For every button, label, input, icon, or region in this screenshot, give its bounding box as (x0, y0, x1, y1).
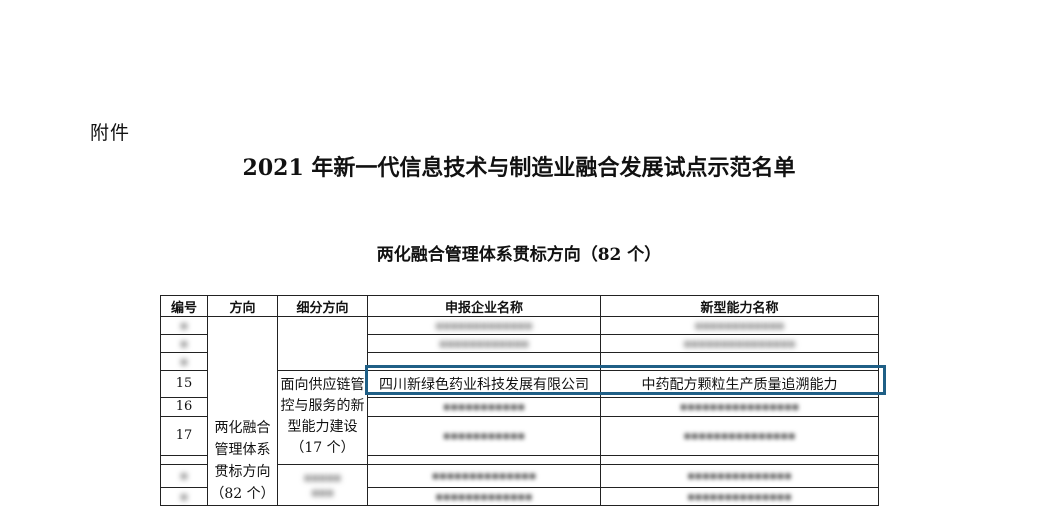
header-capability: 新型能力名称 (600, 295, 879, 317)
blurred-cell (600, 352, 879, 371)
sub-direction-line: 面向供应链管 (280, 377, 365, 394)
header-number: 编号 (160, 295, 208, 317)
sub-direction-line: 型能力建设 (287, 419, 358, 436)
blurred-cell (277, 316, 368, 371)
blurred-cell: ▪ (160, 463, 208, 488)
direction-line: 贯标方向 (214, 464, 271, 480)
blurred-cell (367, 454, 601, 465)
blurred-cell: ▪▪▪▪▪▪▪▪▪▪▪▪ (600, 316, 879, 335)
blurred-cell: ▪▪▪▪▪▪▪▪▪▪▪▪▪▪▪▪ (600, 396, 879, 417)
blurred-cell: ▪▪▪▪▪▪▪▪▪▪▪ (367, 396, 601, 417)
blurred-cell: ▪▪▪▪▪▪▪▪▪▪▪▪▪▪ (367, 463, 601, 488)
capability-name: 中药配方颗粒生产质量追溯能力 (600, 370, 879, 398)
direction-line: （82 个） (210, 486, 275, 502)
blurred-cell: ▪▪▪▪▪▪▪▪▪▪▪ (367, 415, 601, 456)
direction-line: 两化融合 (214, 420, 271, 436)
blurred-cell (600, 454, 879, 465)
header-direction: 方向 (207, 295, 278, 317)
row-number: 16 (160, 396, 208, 417)
table-header-row: 编号 方向 细分方向 申报企业名称 新型能力名称 (160, 295, 879, 317)
table-row-blurred: ▪ 两化融合 管理体系 贯标方向 （82 个） ▪▪▪▪▪▪▪▪▪▪▪▪▪ ▪▪… (160, 316, 879, 506)
blurred-cell (367, 352, 601, 371)
blurred-cell: ▪▪▪▪▪▪▪▪▪▪▪▪▪▪▪ (600, 334, 879, 353)
blurred-cell: ▪ (160, 487, 208, 506)
blurred-cell: ▪▪▪▪▪▪▪▪▪▪▪▪▪ (367, 316, 601, 335)
blurred-cell: ▪▪▪▪▪▪▪▪▪▪▪▪▪▪▪ (600, 415, 879, 456)
sub-direction-line: 控与服务的新 (280, 398, 365, 415)
blurred-cell: ▪▪▪▪▪▪▪▪▪▪▪▪▪▪ (600, 463, 879, 488)
blurred-cell: ▪▪▪▪▪▪▪▪▪▪▪▪▪▪ (600, 487, 879, 506)
attachment-label: 附件 (90, 122, 131, 144)
header-sub-direction: 细分方向 (277, 295, 368, 317)
blurred-cell: ▪▪▪▪▪▪▪▪▪▪▪▪ (367, 334, 601, 353)
company-name: 四川新绿色药业科技发展有限公司 (367, 370, 601, 398)
document-title: 2021 年新一代信息技术与制造业融合发展试点示范名单 (242, 155, 796, 181)
header-company: 申报企业名称 (367, 295, 601, 317)
blurred-cell: ▪▪▪▪▪▪▪▪▪▪▪▪▪ (367, 487, 601, 506)
row-number: 17 (160, 415, 208, 456)
sub-direction-cell: 面向供应链管 控与服务的新 型能力建设 （17 个） (277, 370, 368, 465)
direction-cell: 两化融合 管理体系 贯标方向 （82 个） (207, 316, 278, 506)
sub-direction-line: （17 个） (290, 440, 355, 457)
blurred-cell (160, 454, 208, 465)
blurred-cell: ▪ (160, 352, 208, 371)
blurred-cell: ▪ (160, 334, 208, 353)
blurred-cell: ▪ (160, 316, 208, 335)
direction-line: 管理体系 (214, 442, 271, 458)
blurred-cell: ▪▪▪▪▪ ▪▪▪ (277, 463, 368, 506)
demo-list-table: 编号 方向 细分方向 申报企业名称 新型能力名称 ▪ 两化融合 管理体系 贯标方… (160, 295, 879, 506)
section-subtitle: 两化融合管理体系贯标方向（82 个） (376, 245, 662, 265)
row-number: 15 (160, 370, 208, 398)
